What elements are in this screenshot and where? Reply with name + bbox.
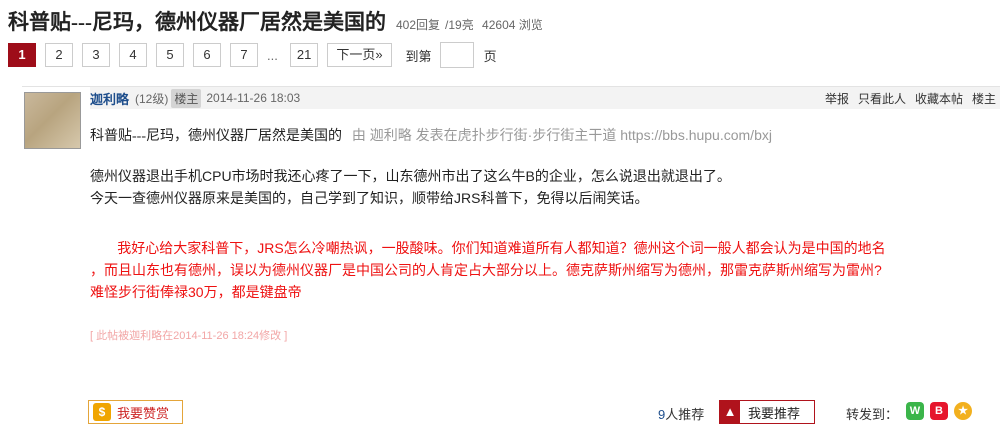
recommend-button[interactable]: ▲ 我要推荐 xyxy=(719,400,815,424)
page-link-3[interactable]: 3 xyxy=(82,43,110,67)
reward-label: 我要赞赏 xyxy=(117,405,170,421)
reward-button[interactable]: $ 我要赞赏 xyxy=(88,400,183,424)
report-link[interactable]: 举报 xyxy=(825,90,849,107)
page-jump-input[interactable] xyxy=(439,42,474,68)
highlight-count: /19亮 xyxy=(445,18,474,32)
next-page-button[interactable]: 下一页» xyxy=(327,43,392,67)
thread-stats: 402回复/19亮 42604 浏览 xyxy=(396,16,548,33)
pagination: 1 2 3 4 5 6 7 ... 21 下一页» 到第 页 xyxy=(8,42,497,68)
author-name[interactable]: 迦利略 xyxy=(90,89,129,108)
post-title-line: 科普贴---尼玛，德州仪器厂居然是美国的 由 迦利略 发表在虎扑步行街·步行街主… xyxy=(90,125,772,145)
red-line: 难怪步行街俸禄30万，都是键盘帝 xyxy=(90,284,302,300)
page-ellipsis: ... xyxy=(267,47,278,63)
body-line: 今天一查德州仪器原来是美国的，自己学到了知识，顺带给JRS科普下，免得以后闹笑话… xyxy=(90,190,649,206)
red-line: ，而且山东也有德州，误以为德州仪器厂是中国公司的人肯定占大部分以上。德克萨斯州缩… xyxy=(90,262,882,278)
post-footer: $ 我要赞赏 9人推荐 ▲ 我要推荐 转发到： W B ★ xyxy=(22,400,1000,426)
weibo-icon[interactable]: B xyxy=(930,402,948,420)
only-author-link[interactable]: 只看此人 xyxy=(858,90,906,107)
page-link-2[interactable]: 2 xyxy=(45,43,73,67)
reply-count: 402回复 xyxy=(395,18,441,32)
body-line: 德州仪器退出手机CPU市场时我还心疼了一下，山东德州市出了这么牛B的企业，怎么说… xyxy=(90,168,731,184)
jump-suffix: 页 xyxy=(483,48,497,64)
recommend-label: 我要推荐 xyxy=(748,405,801,421)
wechat-icon[interactable]: W xyxy=(906,402,924,420)
post-source: 由 迦利略 发表在虎扑步行街·步行街主干道 https://bbs.hupu.c… xyxy=(351,127,772,143)
thumb-up-icon: ▲ xyxy=(720,401,740,423)
floor-label: 楼主 xyxy=(971,91,996,106)
post-time: 2014-11-26 18:03 xyxy=(206,91,301,105)
favorite-link[interactable]: 收藏本帖 xyxy=(915,90,963,107)
post-body: 德州仪器退出手机CPU市场时我还心疼了一下，山东德州市出了这么牛B的企业，怎么说… xyxy=(90,165,995,209)
page-link-last[interactable]: 21 xyxy=(289,43,319,67)
post-red-text: 我好心给大家科普下，JRS怎么冷嘲热讽，一股酸味。你们知道难道所有人都知道？德州… xyxy=(90,237,995,303)
post-floor: 迦利略 (12级) 楼主 2014-11-26 18:03 举报 只看此人 收藏… xyxy=(22,86,1000,438)
op-badge: 楼主 xyxy=(171,88,202,108)
page-link-5[interactable]: 5 xyxy=(156,43,184,67)
red-line: 我好心给大家科普下，JRS怎么冷嘲热讽，一股酸味。你们知道难道所有人都知道？德州… xyxy=(90,240,886,256)
coin-icon: $ xyxy=(93,403,111,421)
jump-label: 到第 xyxy=(405,48,432,64)
page-link-7[interactable]: 7 xyxy=(230,43,258,67)
view-count: 42604 浏览 xyxy=(482,18,543,32)
post-header: 迦利略 (12级) 楼主 2014-11-26 18:03 举报 只看此人 收藏… xyxy=(90,87,1000,109)
author-level: (12级) xyxy=(135,91,169,106)
share-label: 转发到： xyxy=(846,407,899,422)
post-title: 科普贴---尼玛，德州仪器厂居然是美国的 xyxy=(90,129,342,144)
page-link-1[interactable]: 1 xyxy=(8,43,36,67)
page-link-4[interactable]: 4 xyxy=(119,43,147,67)
thread-header: 科普贴---尼玛，德州仪器厂居然是美国的 402回复/19亮 42604 浏览 xyxy=(8,6,548,36)
recommend-count: 9人推荐 xyxy=(658,404,704,423)
post-actions: 举报 只看此人 收藏本帖 楼主 xyxy=(816,87,996,109)
edit-note: [ 此帖被迦利略在2014-11-26 18:24修改 ] xyxy=(90,330,288,342)
recommend-suffix: 人推荐 xyxy=(665,407,705,422)
thread-title: 科普贴---尼玛，德州仪器厂居然是美国的 xyxy=(8,10,386,34)
qzone-icon[interactable]: ★ xyxy=(954,402,972,420)
page-link-6[interactable]: 6 xyxy=(193,43,221,67)
avatar[interactable] xyxy=(24,92,81,149)
